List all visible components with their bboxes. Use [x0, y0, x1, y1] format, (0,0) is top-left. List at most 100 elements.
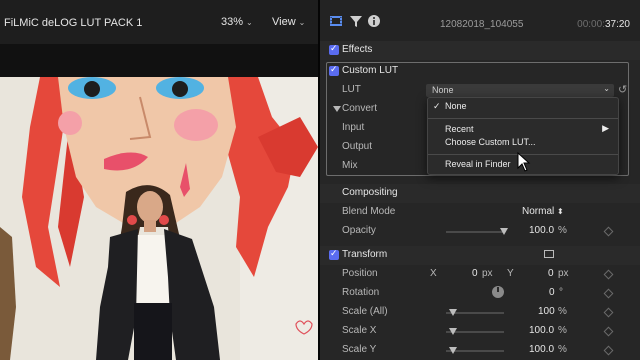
position-x-label: X	[430, 268, 437, 279]
keyframe-icon[interactable]	[603, 288, 614, 299]
viewer-panel: FiLMiC deLOG LUT PACK 1 33% ⌄ View ⌄	[0, 0, 318, 360]
filter-icon[interactable]	[349, 14, 363, 28]
timecode-bright: 37:20	[604, 19, 630, 30]
scale-all-value[interactable]: 100	[538, 306, 555, 317]
lut-select-value: None	[432, 85, 454, 95]
mural-photo-image	[0, 77, 318, 360]
chevron-down-icon: ⌄	[246, 18, 253, 27]
reset-icon[interactable]: ↺	[618, 83, 630, 96]
output-label: Output	[342, 141, 373, 152]
menu-item-label: Recent	[445, 124, 474, 134]
effects-checkbox[interactable]	[329, 43, 339, 55]
input-label: Input	[342, 122, 365, 133]
scale-y-unit: %	[558, 344, 567, 355]
viewer-title: FiLMiC deLOG LUT PACK 1	[4, 17, 143, 29]
chevron-down-icon: ⌄	[298, 18, 306, 27]
menu-separator	[428, 118, 618, 119]
mix-label: Mix	[342, 160, 358, 171]
video-frame[interactable]	[0, 77, 318, 360]
menu-item-label: None	[445, 101, 467, 111]
keyframe-icon[interactable]	[603, 269, 614, 280]
blend-mode-value: Normal	[522, 206, 555, 217]
custom-lut-header-row[interactable]: Custom LUT	[320, 62, 640, 81]
opacity-slider[interactable]	[446, 228, 508, 235]
scale-x-slider[interactable]	[446, 328, 504, 335]
compositing-title: Compositing	[342, 187, 398, 198]
chevron-updown-icon: ⌄	[603, 84, 610, 93]
transform-section-row[interactable]: Transform	[320, 246, 640, 265]
opacity-row: Opacity 100.0 %	[320, 222, 640, 241]
transform-checkbox[interactable]	[329, 248, 339, 260]
keyframe-icon[interactable]	[603, 226, 614, 237]
scale-all-row: Scale (All) 100 %	[320, 303, 640, 322]
menu-item-label: Reveal in Finder	[445, 159, 511, 169]
checkmark-icon: ✓	[433, 101, 441, 111]
view-label: View	[272, 16, 296, 28]
disclosure-triangle-icon[interactable]	[333, 106, 341, 112]
scale-x-unit: %	[558, 325, 567, 336]
rotation-unit: °	[559, 287, 563, 298]
lut-select[interactable]: None ⌄	[426, 84, 614, 97]
convert-label: Convert	[342, 103, 378, 114]
keyframe-icon[interactable]	[603, 307, 614, 318]
position-y-label: Y	[507, 268, 514, 279]
opacity-value[interactable]: 100.0	[529, 225, 554, 236]
timecode: 00:00:37:20	[577, 19, 630, 30]
rotation-dial[interactable]	[492, 286, 504, 298]
chevron-updown-icon: ⬍	[557, 207, 564, 216]
custom-lut-title: Custom LUT	[342, 65, 399, 76]
position-y-value[interactable]: 0	[548, 268, 554, 279]
scale-x-row: Scale X 100.0 %	[320, 322, 640, 341]
rotation-label: Rotation	[342, 287, 380, 298]
scale-x-label: Scale X	[342, 325, 377, 336]
transform-title: Transform	[342, 249, 388, 260]
info-icon[interactable]	[367, 14, 381, 28]
position-label: Position	[342, 268, 378, 279]
blend-mode-row: Blend Mode Normal ⬍	[320, 203, 640, 222]
scale-all-label: Scale (All)	[342, 306, 388, 317]
blend-mode-label: Blend Mode	[342, 206, 396, 217]
menu-item-none[interactable]: ✓ None	[428, 100, 618, 114]
position-x-value[interactable]: 0	[472, 268, 478, 279]
transform-onscreen-control-icon[interactable]	[544, 250, 554, 258]
rotation-value[interactable]: 0	[549, 287, 555, 298]
scale-x-value[interactable]: 100.0	[529, 325, 554, 336]
scale-y-slider[interactable]	[446, 347, 504, 354]
scale-y-label: Scale Y	[342, 344, 377, 355]
film-strip-icon[interactable]	[329, 14, 343, 28]
scale-all-slider[interactable]	[446, 309, 504, 316]
position-x-unit: px	[482, 268, 493, 279]
scale-all-unit: %	[558, 306, 567, 317]
scale-all-slider-knob[interactable]	[449, 309, 457, 316]
compositing-section-row[interactable]: Compositing	[320, 184, 640, 203]
custom-lut-checkbox[interactable]	[329, 64, 339, 76]
opacity-slider-knob[interactable]	[500, 228, 508, 235]
inspector-toolbar: 12082018_104055 00:00:37:20	[320, 0, 640, 42]
position-row: Position X 0 px Y 0 px	[320, 265, 640, 284]
effects-section-row[interactable]: Effects	[320, 41, 640, 60]
viewer-header: FiLMiC deLOG LUT PACK 1 33% ⌄ View ⌄	[0, 0, 318, 44]
keyframe-icon[interactable]	[603, 345, 614, 356]
position-y-unit: px	[558, 268, 569, 279]
submenu-arrow-icon: ▶	[602, 123, 609, 133]
effects-label: Effects	[342, 44, 373, 55]
scale-y-value[interactable]: 100.0	[529, 344, 554, 355]
opacity-unit: %	[558, 225, 567, 236]
inspector-panel: 12082018_104055 00:00:37:20 Effects Cust…	[320, 0, 640, 360]
view-dropdown[interactable]: View ⌄	[272, 16, 305, 28]
menu-item-choose-custom-lut[interactable]: Choose Custom LUT...	[428, 136, 618, 150]
rotation-row: Rotation 0 °	[320, 284, 640, 303]
menu-item-recent[interactable]: Recent ▶	[428, 123, 618, 137]
menu-item-label: Choose Custom LUT...	[445, 137, 536, 147]
mouse-pointer-icon	[517, 152, 531, 172]
opacity-label: Opacity	[342, 225, 376, 236]
lut-label: LUT	[342, 84, 361, 95]
scale-x-slider-knob[interactable]	[449, 328, 457, 335]
zoom-value: 33%	[221, 16, 244, 28]
timecode-dim: 00:00:	[577, 19, 605, 30]
zoom-dropdown[interactable]: 33% ⌄	[221, 16, 253, 28]
keyframe-icon[interactable]	[603, 326, 614, 337]
scale-y-slider-knob[interactable]	[449, 347, 457, 354]
blend-mode-select[interactable]: Normal ⬍	[522, 206, 564, 217]
clip-name: 12082018_104055	[440, 19, 524, 30]
